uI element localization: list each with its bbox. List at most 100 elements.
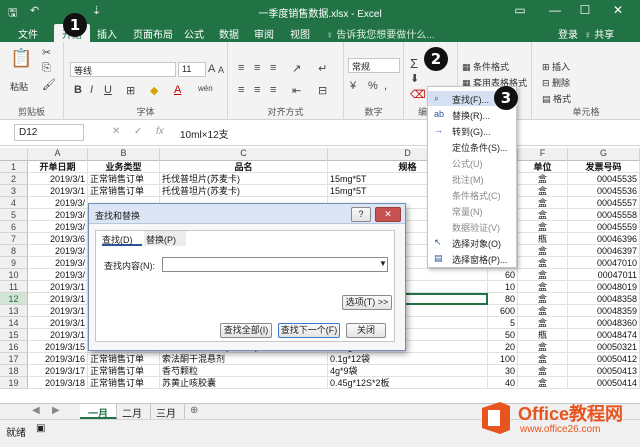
table-cell[interactable]: 00048019 bbox=[568, 281, 640, 293]
row-header[interactable]: 14 bbox=[0, 317, 28, 329]
sheet-tab-jan[interactable]: 一月 bbox=[80, 404, 117, 420]
help-button[interactable]: ? bbox=[351, 207, 371, 222]
sheet-tab-mar[interactable]: 三月 bbox=[148, 404, 185, 420]
table-cell[interactable]: 2019/3/1 bbox=[28, 293, 88, 305]
table-cell[interactable]: 盒 bbox=[518, 209, 568, 221]
row-header[interactable]: 11 bbox=[0, 281, 28, 293]
row-header[interactable]: 1 bbox=[0, 161, 28, 173]
name-box[interactable]: D12 bbox=[14, 124, 84, 141]
align-bottom-icon[interactable]: ≡ bbox=[270, 62, 276, 74]
table-cell[interactable]: 2019/3/18 bbox=[28, 377, 88, 389]
table-cell[interactable]: 盒 bbox=[518, 353, 568, 365]
paste-icon[interactable]: 📋 bbox=[10, 48, 32, 69]
number-format-select[interactable]: 常规 bbox=[348, 58, 400, 73]
indent-icon[interactable]: ⇤ bbox=[292, 84, 301, 97]
border-icon[interactable]: ⊞ bbox=[126, 84, 135, 97]
format-painter-icon[interactable]: 🖌 bbox=[42, 78, 56, 91]
table-cell[interactable]: 60 bbox=[488, 269, 518, 281]
tab-data[interactable]: 数据 bbox=[219, 26, 239, 41]
format-cells-button[interactable]: ▤ 格式 bbox=[542, 92, 571, 105]
table-cell[interactable]: 盒 bbox=[518, 305, 568, 317]
menu-item[interactable]: 公式(U) bbox=[428, 155, 518, 170]
table-cell[interactable]: 30 bbox=[488, 365, 518, 377]
table-cell[interactable]: 盒 bbox=[518, 221, 568, 233]
phonetic-icon[interactable]: wén bbox=[198, 84, 213, 93]
fill-color-icon[interactable]: ◆ bbox=[150, 84, 158, 97]
table-cell[interactable]: 盒 bbox=[518, 377, 568, 389]
table-cell[interactable]: 2019/3/ bbox=[28, 197, 88, 209]
insert-function-icon[interactable]: fx bbox=[156, 126, 164, 137]
row-header[interactable]: 18 bbox=[0, 365, 28, 377]
align-left-icon[interactable]: ≡ bbox=[238, 84, 244, 96]
table-cell[interactable]: 正常销售订单 bbox=[88, 365, 160, 377]
table-cell[interactable]: 正常销售订单 bbox=[88, 377, 160, 389]
row-header[interactable]: 2 bbox=[0, 173, 28, 185]
add-sheet-icon[interactable]: ⊕ bbox=[182, 404, 206, 419]
options-button[interactable]: 选项(T) >> bbox=[342, 295, 392, 310]
table-cell[interactable]: 2019/3/1 bbox=[28, 317, 88, 329]
menu-item[interactable]: 批注(M) bbox=[428, 171, 518, 186]
table-cell[interactable]: 盒 bbox=[518, 365, 568, 377]
table-cell[interactable]: 托伐普坦片(苏麦卡) bbox=[160, 185, 328, 197]
table-cell[interactable]: 正常销售订单 bbox=[88, 185, 160, 197]
tab-file[interactable]: 文件 bbox=[18, 26, 38, 41]
row-header[interactable]: 12 bbox=[0, 293, 28, 305]
table-cell[interactable]: 正常销售订单 bbox=[88, 173, 160, 185]
header-cell[interactable]: 品名 bbox=[160, 161, 328, 173]
table-cell[interactable]: 00050413 bbox=[568, 365, 640, 377]
table-cell[interactable]: 瓶 bbox=[518, 329, 568, 341]
grow-font-button[interactable]: A bbox=[208, 63, 215, 75]
tab-replace[interactable]: 替换(P) bbox=[144, 231, 186, 246]
table-cell[interactable]: 正常销售订单 bbox=[88, 353, 160, 365]
table-cell[interactable]: 00045536 bbox=[568, 185, 640, 197]
formula-input[interactable]: 10ml×12支 bbox=[180, 126, 229, 141]
align-center-icon[interactable]: ≡ bbox=[254, 84, 260, 96]
merge-icon[interactable]: ⊟ bbox=[318, 84, 327, 97]
delete-cells-button[interactable]: ⊟ 删除 bbox=[542, 76, 570, 89]
column-header-c[interactable]: C bbox=[160, 148, 328, 161]
row-header[interactable]: 17 bbox=[0, 353, 28, 365]
table-cell[interactable]: 香芍颗粒 bbox=[160, 365, 328, 377]
wrap-text-icon[interactable]: ↵ bbox=[318, 62, 327, 75]
table-cell[interactable]: 00048360 bbox=[568, 317, 640, 329]
table-cell[interactable]: 2019/3/16 bbox=[28, 353, 88, 365]
table-cell[interactable]: 2019/3/6 bbox=[28, 233, 88, 245]
row-header[interactable]: 7 bbox=[0, 233, 28, 245]
table-cell[interactable]: 80 bbox=[488, 293, 518, 305]
table-cell[interactable]: 2019/3/ bbox=[28, 257, 88, 269]
table-cell[interactable]: 4g*9袋 bbox=[328, 365, 488, 377]
login-link[interactable]: 登录 bbox=[558, 26, 578, 41]
table-cell[interactable]: 盒 bbox=[518, 269, 568, 281]
table-cell[interactable]: 2019/3/ bbox=[28, 245, 88, 257]
maximize-button[interactable]: ☐ bbox=[570, 3, 600, 17]
column-header-g[interactable]: G bbox=[568, 148, 640, 161]
find-all-button[interactable]: 查找全部(I) bbox=[220, 323, 272, 338]
bold-button[interactable]: B bbox=[74, 84, 82, 96]
table-cell[interactable]: 托伐普坦片(苏麦卡) bbox=[160, 173, 328, 185]
next-sheet-icon[interactable]: ▶ bbox=[44, 404, 68, 419]
currency-icon[interactable]: ¥ bbox=[350, 80, 356, 92]
row-header[interactable]: 4 bbox=[0, 197, 28, 209]
align-middle-icon[interactable]: ≡ bbox=[254, 62, 260, 74]
table-cell[interactable]: 00046396 bbox=[568, 233, 640, 245]
table-cell[interactable]: 盒 bbox=[518, 173, 568, 185]
header-cell[interactable]: 单位 bbox=[518, 161, 568, 173]
row-header[interactable]: 8 bbox=[0, 245, 28, 257]
table-cell[interactable]: 索法酮干混悬剂 bbox=[160, 353, 328, 365]
paste-button[interactable]: 粘贴 bbox=[10, 80, 28, 93]
row-header[interactable]: 10 bbox=[0, 269, 28, 281]
table-cell[interactable]: 00048474 bbox=[568, 329, 640, 341]
row-header[interactable]: 13 bbox=[0, 305, 28, 317]
table-cell[interactable]: 00045558 bbox=[568, 209, 640, 221]
table-cell[interactable]: 盒 bbox=[518, 245, 568, 257]
orientation-icon[interactable]: ↗ bbox=[292, 62, 301, 75]
table-cell[interactable]: 盒 bbox=[518, 341, 568, 353]
insert-cells-button[interactable]: ⊞ 插入 bbox=[542, 60, 570, 73]
table-cell[interactable]: 2019/3/ bbox=[28, 209, 88, 221]
table-cell[interactable]: 50 bbox=[488, 329, 518, 341]
percent-button[interactable]: % bbox=[368, 80, 378, 92]
italic-button[interactable]: I bbox=[90, 84, 93, 96]
table-cell[interactable]: 苏黄止咳胶囊 bbox=[160, 377, 328, 389]
shrink-font-button[interactable]: A bbox=[218, 65, 224, 75]
table-cell[interactable]: 00050412 bbox=[568, 353, 640, 365]
